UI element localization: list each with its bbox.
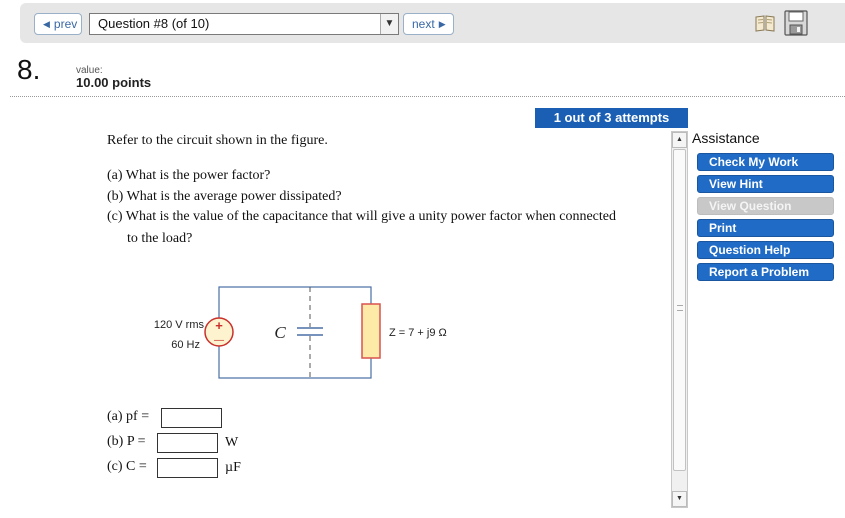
answer-c-label: (c) C = bbox=[107, 459, 147, 474]
circuit-wire bbox=[218, 286, 372, 379]
next-button[interactable]: next ▶ bbox=[403, 13, 454, 35]
answer-b-input[interactable] bbox=[157, 433, 218, 453]
source-minus: — bbox=[214, 335, 224, 346]
view-question-button: View Question bbox=[697, 197, 834, 215]
question-select-value: Question #8 (of 10) bbox=[98, 16, 210, 31]
answer-b-label: (b) P = bbox=[107, 434, 146, 449]
question-part-c: (c) What is the value of the capacitance… bbox=[107, 209, 616, 224]
question-help-button[interactable]: Question Help bbox=[697, 241, 834, 259]
prev-button[interactable]: ◀ prev bbox=[34, 13, 82, 35]
print-button[interactable]: Print bbox=[697, 219, 834, 237]
header-divider bbox=[10, 96, 845, 97]
answer-c-unit: µF bbox=[225, 460, 241, 475]
assistance-title: Assistance bbox=[692, 130, 760, 146]
answer-a-input[interactable] bbox=[161, 408, 222, 428]
save-icon[interactable] bbox=[784, 10, 808, 36]
scroll-up-icon[interactable]: ▲ bbox=[672, 132, 687, 148]
load-impedance bbox=[361, 303, 381, 359]
source-voltage-label: 120 V rms bbox=[154, 319, 205, 331]
book-icon[interactable] bbox=[754, 13, 776, 33]
question-part-b: (b) What is the average power dissipated… bbox=[107, 189, 342, 204]
triangle-right-icon: ▶ bbox=[438, 19, 446, 29]
triangle-left-icon: ◀ bbox=[43, 19, 50, 29]
source-plus: + bbox=[215, 318, 223, 333]
circuit-diagram: + — 120 V rms 60 Hz C Z = 7 + j9 Ω bbox=[154, 286, 447, 379]
check-my-work-button[interactable]: Check My Work bbox=[697, 153, 834, 171]
answer-b-unit: W bbox=[225, 435, 239, 450]
navigation-bar: ◀ prev Question #8 (of 10) ▼ next ▶ bbox=[20, 3, 845, 43]
answer-c-input[interactable] bbox=[157, 458, 218, 478]
next-label: next bbox=[412, 17, 435, 31]
source-frequency-label: 60 Hz bbox=[171, 339, 200, 351]
load-label: Z = 7 + j9 Ω bbox=[389, 327, 447, 339]
answer-a-label: (a) pf = bbox=[107, 409, 150, 424]
scrollbar-thumb[interactable] bbox=[673, 149, 686, 471]
prev-label: prev bbox=[53, 17, 78, 31]
grip-icon bbox=[677, 305, 683, 311]
report-problem-button[interactable]: Report a Problem bbox=[697, 263, 834, 281]
capacitor-label: C bbox=[274, 323, 286, 342]
scroll-down-icon[interactable]: ▼ bbox=[672, 491, 687, 507]
question-number: 8. bbox=[17, 54, 41, 85]
question-select[interactable]: Question #8 (of 10) ▼ bbox=[89, 13, 399, 35]
dropdown-arrow-icon[interactable]: ▼ bbox=[380, 14, 398, 34]
question-intro: Refer to the circuit shown in the figure… bbox=[107, 133, 328, 148]
view-hint-button[interactable]: View Hint bbox=[697, 175, 834, 193]
question-part-a: (a) What is the power factor? bbox=[107, 168, 271, 183]
scrollbar[interactable]: ▲ ▼ bbox=[671, 131, 688, 508]
points-value: 10.00 points bbox=[76, 75, 152, 90]
question-part-c-cont: to the load? bbox=[127, 231, 193, 246]
attempts-badge: 1 out of 3 attempts bbox=[535, 108, 688, 128]
